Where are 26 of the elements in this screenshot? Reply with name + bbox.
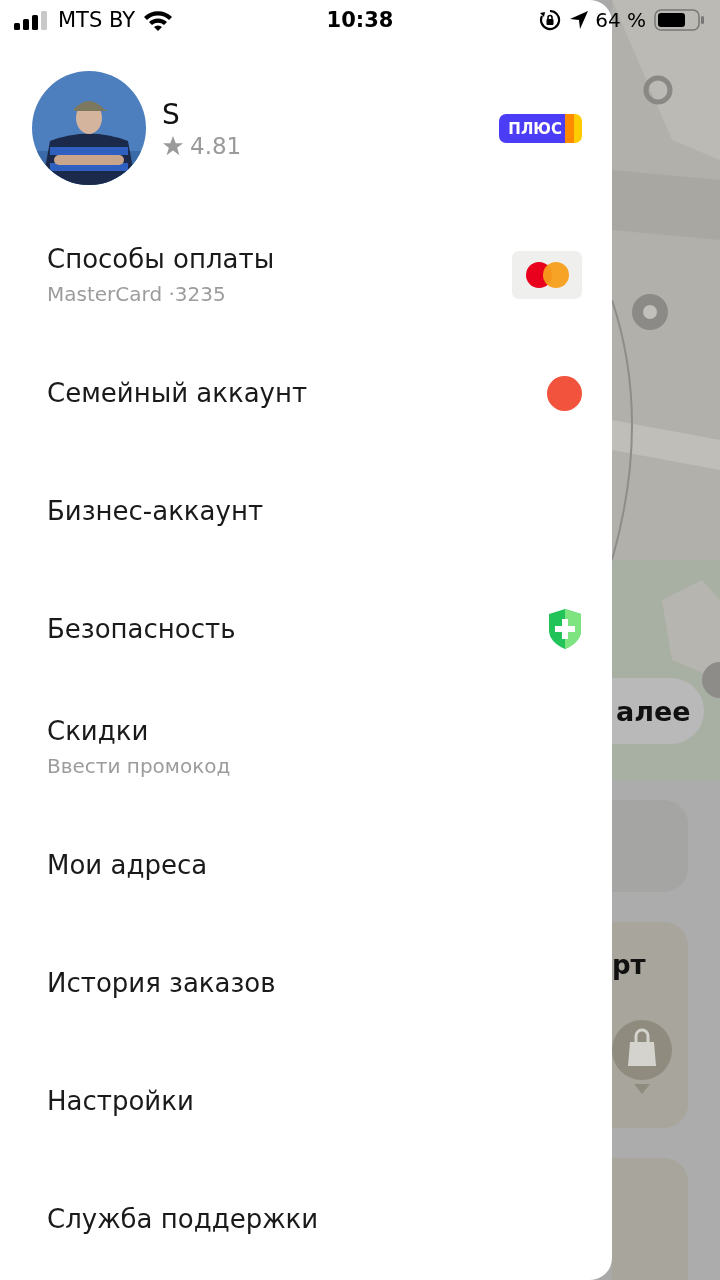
menu-item[interactable]: Служба поддержки [0,1160,612,1278]
menu-item[interactable]: Настройки [0,1042,612,1160]
next-button[interactable]: алее [612,678,704,744]
user-rating: 4.81 [190,132,242,159]
rotation-lock-icon [539,9,562,31]
menu-item[interactable]: Семейный аккаунт [0,334,612,452]
battery-icon [654,9,706,31]
shopping-bag-pin-icon [612,1020,672,1094]
menu-item[interactable]: Безопасность [0,570,612,688]
menu-item[interactable]: Способы оплаты MasterCard ·3235 [0,216,612,334]
star-icon [162,134,184,157]
mastercard-icon [512,251,582,299]
location-arrow-icon [569,10,590,30]
plus-badge[interactable]: ПЛЮС [499,113,582,143]
menu-item[interactable]: История заказов [0,924,612,1042]
battery-percentage: 64 % [595,8,646,32]
menu-item[interactable]: Скидки Ввести промокод [0,688,612,806]
menu-item[interactable]: Бизнес-аккаунт [0,452,612,570]
user-name: S [162,97,181,131]
shield-plus-icon [548,608,582,650]
clock: 10:38 [326,8,394,32]
wifi-icon [143,9,174,31]
menu-item[interactable]: Мои адреса [0,806,612,924]
carrier-name: MTS BY [58,8,136,32]
shop-card[interactable]: рт [612,922,688,1128]
signal-icon [14,10,50,30]
